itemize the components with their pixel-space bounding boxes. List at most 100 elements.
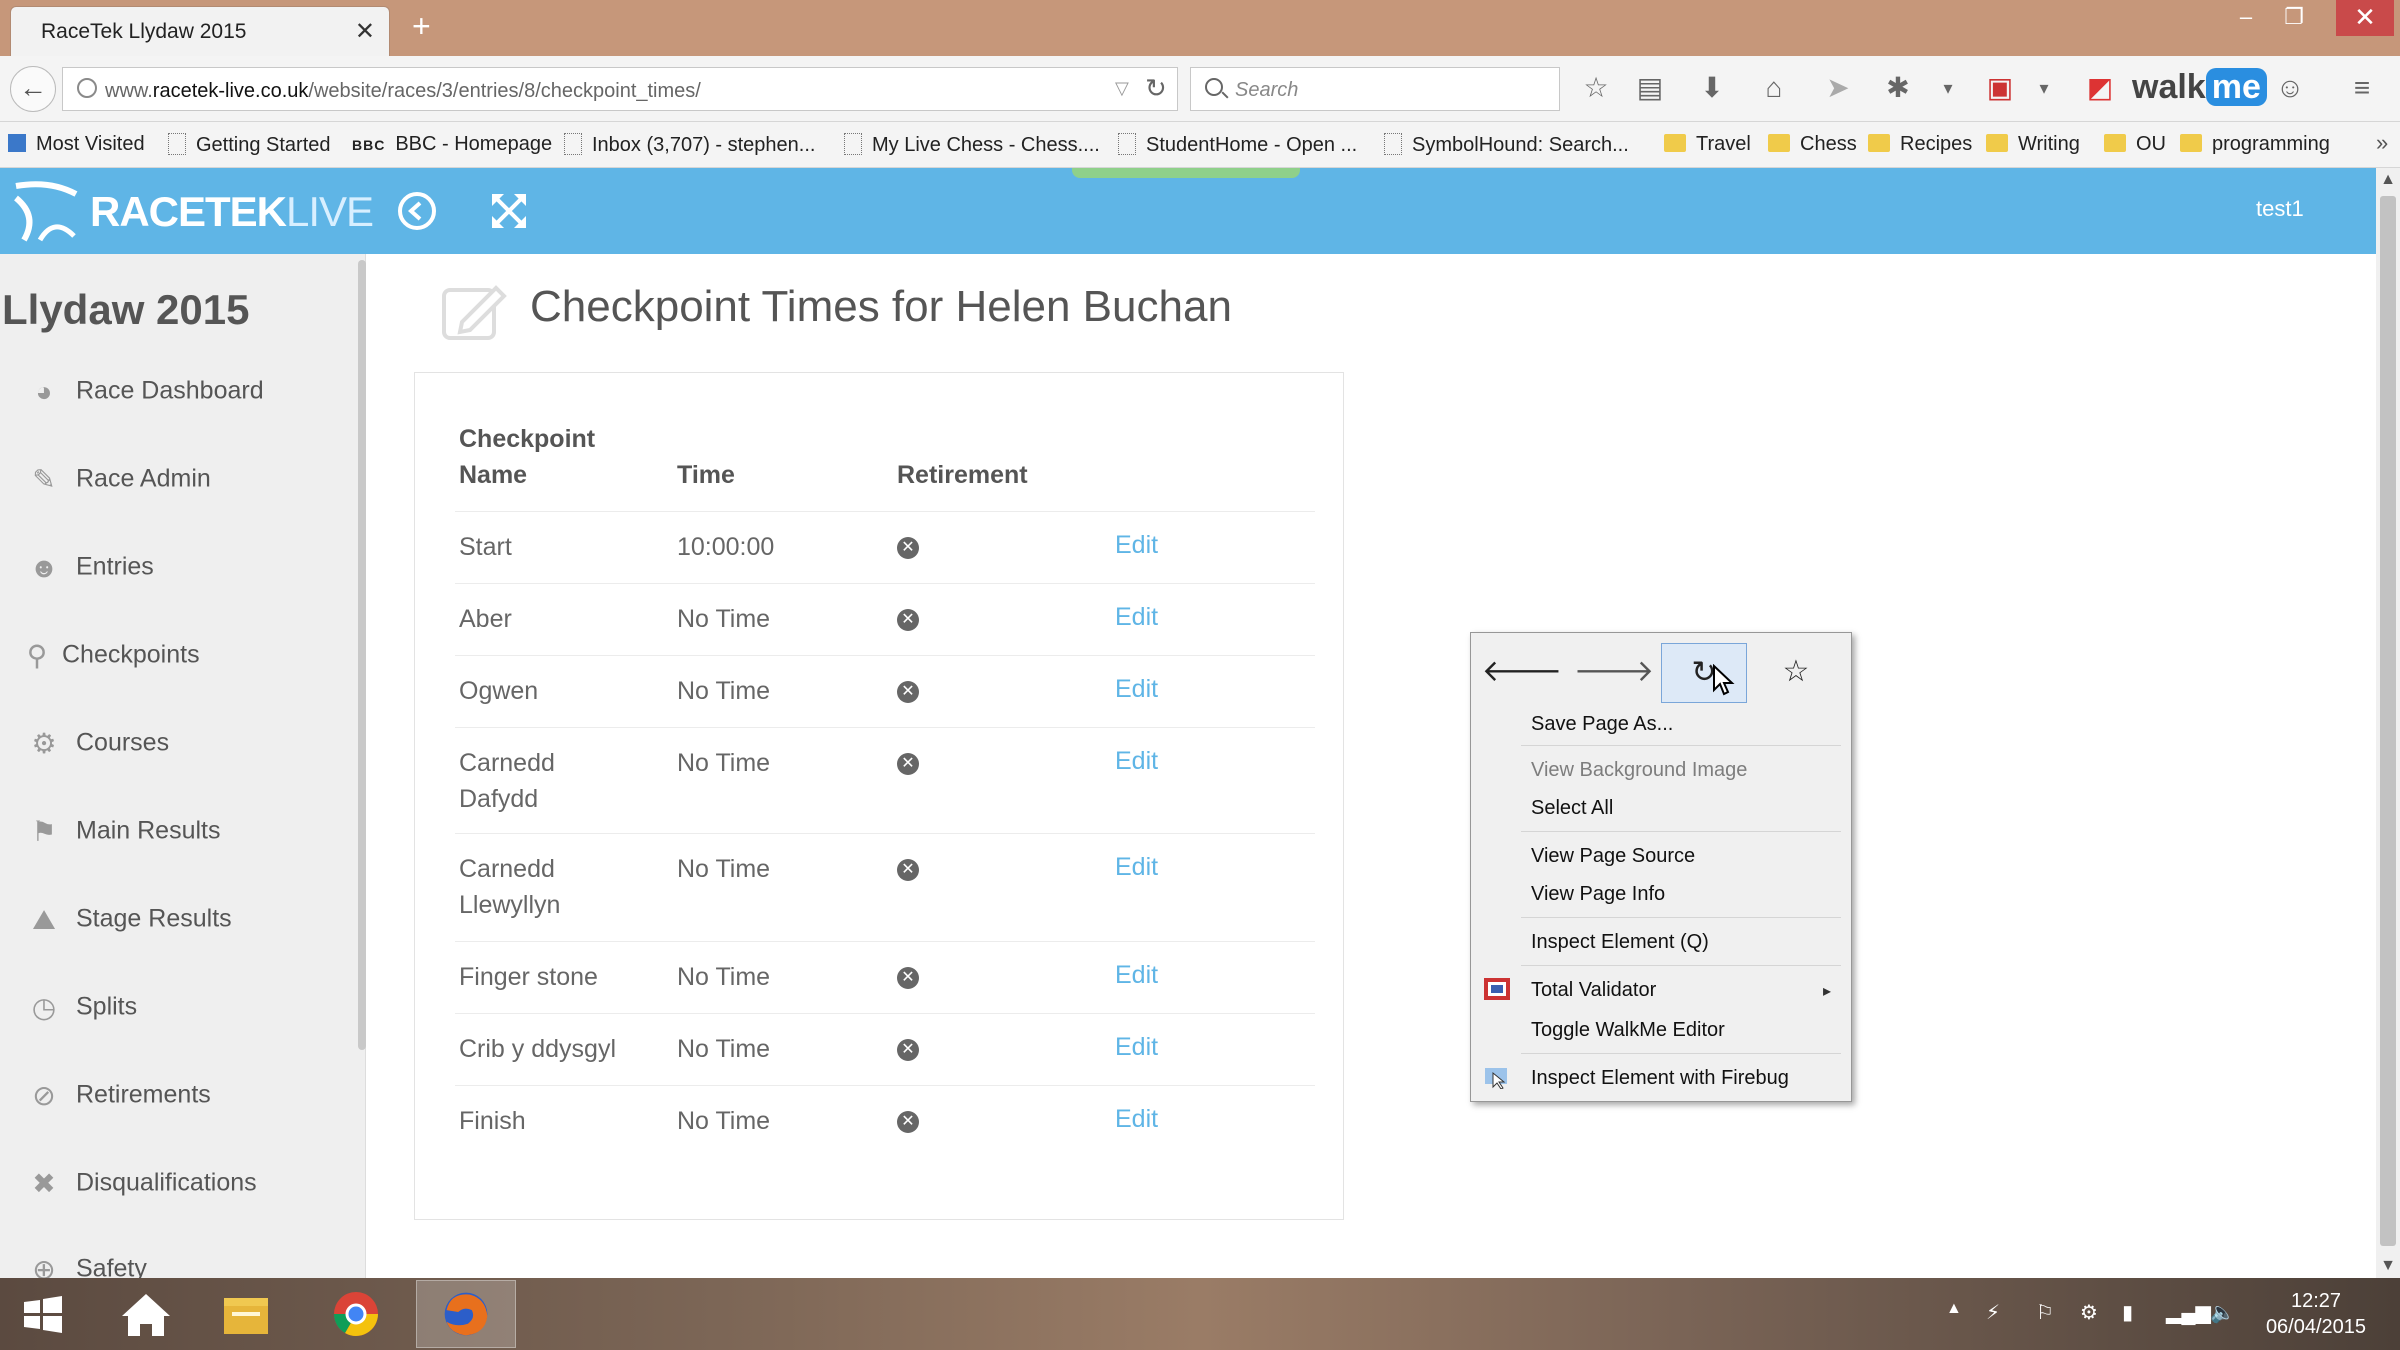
bookmark-folder-writing[interactable]: Writing xyxy=(1986,133,2080,156)
edit-link[interactable]: Edit xyxy=(1115,531,1158,560)
windows-start-icon[interactable] xyxy=(0,1280,86,1348)
url-dropdown-icon[interactable]: ▽ xyxy=(1115,78,1129,99)
tray-app-icon[interactable]: ⚡ xyxy=(1986,1300,2000,1325)
back-button[interactable]: ← xyxy=(10,66,56,112)
ctx-inspect-firebug[interactable]: Inspect Element with Firebug xyxy=(1531,1067,1789,1090)
tray-power-icon[interactable]: ▮ xyxy=(2122,1300,2133,1325)
home-icon[interactable]: ⌂ xyxy=(1756,70,1792,106)
bookmark-folder-ou[interactable]: OU xyxy=(2104,133,2166,156)
sidebar-item-courses[interactable]: ⚙ Courses xyxy=(26,728,169,768)
retire-icon[interactable]: ✕ xyxy=(897,967,919,989)
edit-link[interactable]: Edit xyxy=(1115,1033,1158,1062)
retire-icon[interactable]: ✕ xyxy=(897,681,919,703)
sidebar-scrollbar[interactable] xyxy=(358,260,366,1050)
tray-overflow-icon[interactable]: ▲ xyxy=(1946,1300,1962,1318)
bookmarks-overflow-icon[interactable]: » xyxy=(2376,130,2388,156)
edit-link[interactable]: Edit xyxy=(1115,675,1158,704)
sidebar-item-retirements[interactable]: ⊘ Retirements xyxy=(26,1080,211,1120)
bookmark-star-icon[interactable]: ☆ xyxy=(1578,70,1614,106)
tray-volume-icon[interactable]: 🔈 xyxy=(2210,1300,2235,1325)
sidebar-item-main-results[interactable]: ⚑ Main Results xyxy=(26,816,220,856)
extension-icon[interactable]: ✱ xyxy=(1880,70,1916,106)
bookmark-folder-programming[interactable]: programming xyxy=(2180,133,2330,156)
bookmark-symbolhound[interactable]: SymbolHound: Search... xyxy=(1384,133,1629,157)
bookmark-folder-travel[interactable]: Travel xyxy=(1664,133,1751,156)
edit-link[interactable]: Edit xyxy=(1115,603,1158,632)
ctx-view-page-info[interactable]: View Page Info xyxy=(1531,883,1665,906)
tray-network-icon[interactable]: ▂▄▆ xyxy=(2166,1300,2211,1325)
ctx-forward-icon[interactable]: 🡒 xyxy=(1571,643,1657,703)
fullscreen-icon[interactable] xyxy=(488,190,530,232)
extension-dropdown-icon[interactable]: ▾ xyxy=(1930,70,1966,106)
bookmark-live-chess[interactable]: My Live Chess - Chess.... xyxy=(844,133,1100,157)
page-scrollbar[interactable]: ▲ ▼ xyxy=(2376,168,2400,1278)
pocket-icon[interactable]: ◩ xyxy=(2082,70,2118,106)
retire-icon[interactable]: ✕ xyxy=(897,753,919,775)
chat-icon[interactable]: ☺ xyxy=(2272,70,2308,106)
ctx-view-background-image[interactable]: View Background Image xyxy=(1531,759,1747,782)
edit-link[interactable]: Edit xyxy=(1115,853,1158,882)
sidebar-item-splits[interactable]: ◷ Splits xyxy=(26,992,137,1032)
retire-icon[interactable]: ✕ xyxy=(897,537,919,559)
bookmark-folder-recipes[interactable]: Recipes xyxy=(1868,133,1972,156)
sidebar-item-checkpoints[interactable]: ⚲ Checkpoints xyxy=(26,640,200,680)
walkme-button[interactable]: walk me xyxy=(2132,68,2267,107)
browser-tab[interactable]: RaceTek Llydaw 2015 ✕ xyxy=(10,6,390,56)
sidebar-item-safety[interactable]: ⊕ Safety xyxy=(26,1254,147,1278)
home-taskbar-icon[interactable] xyxy=(96,1280,196,1348)
minimize-button[interactable]: – xyxy=(2222,0,2270,36)
maximize-button[interactable]: ❐ xyxy=(2270,0,2318,36)
tray-settings-icon[interactable]: ⚙ xyxy=(2080,1300,2098,1325)
user-menu[interactable]: test1 xyxy=(2256,196,2304,222)
bookmark-most-visited[interactable]: Most Visited xyxy=(8,133,145,156)
taskbar-clock[interactable]: 12:27 06/04/2015 xyxy=(2256,1288,2376,1340)
bookmark-folder-chess[interactable]: Chess xyxy=(1768,133,1857,156)
tab-close-icon[interactable]: ✕ xyxy=(355,17,375,46)
firefox-icon[interactable] xyxy=(416,1280,516,1348)
retire-icon[interactable]: ✕ xyxy=(897,609,919,631)
sidebar-item-disqualifications[interactable]: ✖ Disqualifications xyxy=(26,1168,256,1208)
file-explorer-icon[interactable] xyxy=(196,1280,296,1348)
share-icon[interactable]: ➤ xyxy=(1820,70,1856,106)
chrome-icon[interactable] xyxy=(306,1280,406,1348)
retire-icon[interactable]: ✕ xyxy=(897,859,919,881)
retire-icon[interactable]: ✕ xyxy=(897,1111,919,1133)
sidebar-item-race-admin[interactable]: ✎ Race Admin xyxy=(26,464,211,504)
sidebar-item-stage-results[interactable]: ⛰ Stage Results xyxy=(26,904,231,944)
scroll-thumb[interactable] xyxy=(2380,196,2396,1246)
menu-icon[interactable]: ≡ xyxy=(2344,70,2380,106)
reading-list-icon[interactable]: ▤ xyxy=(1632,70,1668,106)
retire-icon[interactable]: ✕ xyxy=(897,1039,919,1061)
ctx-total-validator[interactable]: Total Validator xyxy=(1531,979,1656,1002)
new-tab-button[interactable]: + xyxy=(412,10,431,42)
validator-dropdown-icon[interactable]: ▾ xyxy=(2026,70,2062,106)
app-logo[interactable]: RACETEKLIVE xyxy=(90,188,374,236)
url-bar[interactable]: www.racetek-live.co.uk/website/races/3/e… xyxy=(62,67,1178,111)
url-text[interactable]: www.racetek-live.co.uk/website/races/3/e… xyxy=(105,80,701,103)
sidebar-item-entries[interactable]: ☻ Entries xyxy=(26,552,154,592)
ctx-bookmark-icon[interactable]: ☆ xyxy=(1753,643,1839,703)
bookmark-studenthome[interactable]: StudentHome - Open ... xyxy=(1118,133,1357,157)
bookmark-inbox[interactable]: Inbox (3,707) - stephen... xyxy=(564,133,815,157)
reload-icon[interactable]: ↻ xyxy=(1145,73,1167,104)
scroll-down-icon[interactable]: ▼ xyxy=(2376,1254,2400,1278)
ctx-toggle-walkme-editor[interactable]: Toggle WalkMe Editor xyxy=(1531,1019,1725,1042)
walkme-tab[interactable] xyxy=(1072,168,1300,178)
edit-link[interactable]: Edit xyxy=(1115,961,1158,990)
scroll-up-icon[interactable]: ▲ xyxy=(2376,168,2400,192)
tray-flag-icon[interactable]: ⚐ xyxy=(2036,1300,2054,1325)
downloads-icon[interactable]: ⬇ xyxy=(1694,70,1730,106)
back-circle-icon[interactable] xyxy=(396,190,438,232)
sidebar-item-race-dashboard[interactable]: ◕ Race Dashboard xyxy=(26,376,264,416)
search-input[interactable]: Search xyxy=(1190,67,1560,111)
edit-link[interactable]: Edit xyxy=(1115,1105,1158,1134)
ctx-select-all[interactable]: Select All xyxy=(1531,797,1613,820)
ctx-view-page-source[interactable]: View Page Source xyxy=(1531,845,1695,868)
edit-link[interactable]: Edit xyxy=(1115,747,1158,776)
ctx-back-icon[interactable]: 🡐 xyxy=(1479,643,1565,703)
bookmark-getting-started[interactable]: Getting Started xyxy=(168,133,331,157)
bookmark-bbc[interactable]: BBC BBC - Homepage xyxy=(352,133,552,156)
ctx-inspect-element[interactable]: Inspect Element (Q) xyxy=(1531,931,1709,954)
ctx-save-page-as[interactable]: Save Page As... xyxy=(1531,713,1673,736)
validator-icon[interactable]: ▣ xyxy=(1982,70,2018,106)
